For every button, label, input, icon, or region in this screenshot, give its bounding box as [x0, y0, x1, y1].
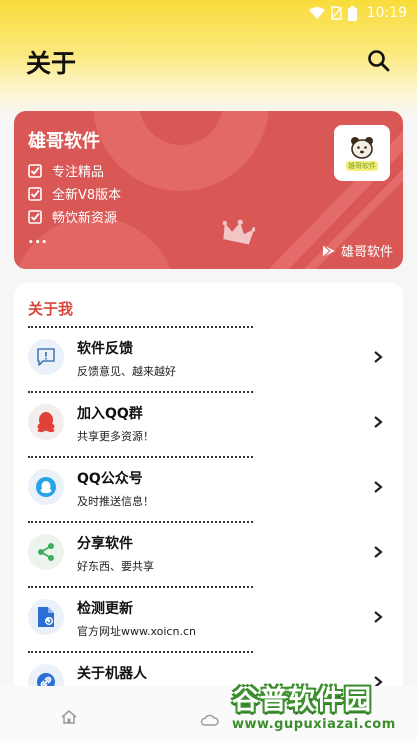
banner-feature-label: 全新V8版本	[52, 188, 122, 203]
banner-feature: 全新V8版本	[28, 184, 121, 203]
banner-feature: 专注精品	[28, 161, 104, 180]
row-subtitle: 好东西、要共享	[77, 560, 154, 573]
wifi-icon	[308, 6, 325, 19]
banner-feature-label: 畅饮新资源	[52, 211, 118, 226]
row-title: 加入QQ群	[77, 406, 143, 422]
crown-icon	[222, 219, 255, 245]
update-file-icon	[28, 599, 64, 635]
row-subtitle: 共享更多资源！	[77, 430, 154, 443]
row-title: 检测更新	[77, 601, 133, 617]
row-title: QQ公众号	[77, 471, 143, 487]
bear-logo-icon	[351, 137, 373, 159]
watermark-logo: 谷普软件园 www.gupuxiazai.com	[230, 676, 417, 741]
page-title: 关于	[26, 49, 77, 78]
qq-official-icon	[28, 469, 64, 505]
banner-feature: 畅饮新资源	[28, 207, 117, 226]
search-icon	[368, 50, 390, 72]
checkbox-icon	[28, 186, 42, 201]
no-sim-icon	[330, 6, 342, 20]
qq-penguin-icon	[28, 404, 64, 440]
about-card: 关于我 软件反馈 反馈意见、越来越好 加入QQ群 共享更多资源！ QQ公众号 及…	[14, 283, 403, 741]
feedback-icon	[28, 339, 64, 375]
play-store-icon	[322, 244, 335, 257]
about-row-feedback[interactable]: 软件反馈 反馈意见、越来越好	[14, 328, 403, 391]
about-row-qq-group[interactable]: 加入QQ群 共享更多资源！	[14, 393, 403, 456]
chevron-right-icon	[374, 416, 383, 428]
banner-brand: 雄哥软件	[322, 241, 393, 260]
search-button[interactable]	[366, 48, 392, 74]
chevron-right-icon	[374, 611, 383, 623]
watermark-title: 谷普软件园	[232, 685, 372, 716]
watermark-url: www.gupuxiazai.com	[232, 717, 396, 732]
banner-feature-label: 专注精品	[52, 165, 105, 180]
row-subtitle: 反馈意见、越来越好	[77, 365, 176, 378]
row-title: 关于机器人	[77, 666, 147, 682]
row-title: 软件反馈	[77, 341, 133, 357]
about-row-share[interactable]: 分享软件 好东西、要共享	[14, 523, 403, 586]
nav-home[interactable]	[61, 709, 77, 728]
banner-title: 雄哥软件	[28, 131, 100, 152]
app-logo: 雄哥软件	[334, 125, 390, 181]
checkbox-icon	[28, 209, 42, 224]
cloud-icon	[200, 714, 219, 726]
chevron-right-icon	[374, 351, 383, 363]
banner-more-dots: ...	[28, 229, 49, 247]
promo-banner[interactable]: 雄哥软件 专注精品 全新V8版本 畅饮新资源 ... 雄哥软件 雄哥软件	[14, 111, 403, 269]
about-row-update[interactable]: 检测更新 官方网址www.xoicn.cn	[14, 588, 403, 651]
row-subtitle: 官方网址www.xoicn.cn	[77, 625, 196, 638]
nav-cloud[interactable]	[199, 711, 219, 730]
share-icon	[28, 534, 64, 570]
checkbox-icon	[28, 163, 42, 178]
status-bar: 10:19	[0, 0, 417, 26]
row-title: 分享软件	[77, 536, 133, 552]
chevron-right-icon	[374, 481, 383, 493]
battery-icon	[347, 5, 357, 21]
logo-text: 雄哥软件	[346, 161, 378, 171]
home-icon	[61, 710, 77, 724]
about-row-qq-official[interactable]: QQ公众号 及时推送信息！	[14, 458, 403, 521]
chevron-right-icon	[374, 546, 383, 558]
row-subtitle: 及时推送信息！	[77, 495, 154, 508]
status-time: 10:19	[366, 5, 407, 21]
section-title: 关于我	[28, 300, 74, 318]
banner-brand-label: 雄哥软件	[341, 245, 394, 260]
